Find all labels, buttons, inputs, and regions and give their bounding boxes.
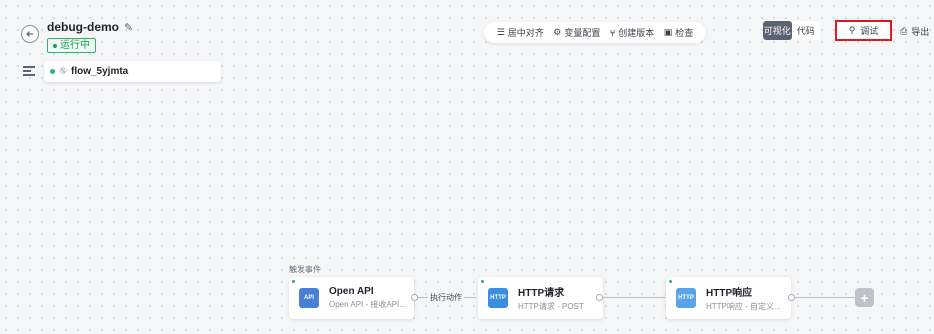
create-version-button[interactable]: ⑂ 创建版本 (610, 26, 654, 39)
align-center-icon: ☰ (496, 27, 505, 37)
variables-button[interactable]: ⚙ 变量配置 (553, 26, 600, 39)
tab-code[interactable]: 代码 (792, 21, 821, 40)
node-status-dot-icon (481, 280, 484, 283)
status-text: 运行中 (60, 40, 90, 51)
flow-selector[interactable]: ⛗ flow_5yjmta (44, 61, 221, 82)
edge-connector (795, 297, 855, 298)
edit-icon[interactable]: ✎ (124, 21, 133, 34)
node-open-api[interactable]: API Open API Open API - 接收API... (289, 277, 414, 319)
menu-icon[interactable] (23, 66, 35, 76)
app-title: debug-demo ✎ (47, 20, 133, 34)
create-version-label: 创建版本 (618, 28, 655, 38)
node-status-dot-icon (292, 280, 295, 283)
bug-icon: ⚲ (848, 25, 856, 35)
check-label: 检查 (675, 28, 694, 38)
plus-icon: + (860, 289, 869, 306)
check-button[interactable]: ▣ 检查 (664, 26, 694, 39)
http-icon: HTTP (676, 288, 696, 308)
node-http-response[interactable]: HTTP HTTP响应 HTTP响应 - 自定义... (666, 277, 791, 319)
debug-button[interactable]: ⚲ 调试 (835, 20, 892, 41)
trigger-label: 触发事件 (289, 265, 321, 274)
node-subtitle: Open API - 接收API... (329, 300, 406, 309)
variables-label: 变量配置 (564, 28, 601, 38)
http-icon: HTTP (488, 288, 508, 308)
flow-name: flow_5yjmta (71, 66, 129, 77)
node-status-dot-icon (669, 280, 672, 283)
status-dot-icon (53, 43, 57, 48)
node-subtitle: HTTP响应 - 自定义... (706, 302, 781, 311)
status-badge: 运行中 (47, 38, 96, 53)
node-title: HTTP请求 (518, 288, 565, 299)
view-toggle: 可视化 代码 (763, 21, 820, 40)
node-title: HTTP响应 (706, 288, 753, 299)
check-icon: ▣ (663, 27, 673, 37)
arrow-left-icon (26, 31, 33, 37)
flow-icon: ⛗ (59, 66, 67, 77)
gear-icon: ⚙ (553, 27, 562, 37)
export-label: 导出 (911, 26, 930, 37)
output-port[interactable] (596, 294, 603, 301)
edge-connector (603, 297, 665, 298)
api-icon: API (299, 288, 319, 308)
branch-icon: ⑂ (609, 27, 616, 38)
debug-label: 调试 (860, 26, 879, 36)
canvas-toolbar: ☰ 居中对齐 ⚙ 变量配置 ⑂ 创建版本 ▣ 检查 (484, 22, 706, 43)
app-title-text: debug-demo (47, 20, 119, 34)
export-icon: ⎙ (900, 25, 908, 36)
export-button[interactable]: ⎙ 导出 (900, 22, 929, 40)
edge-label: 执行动作 (428, 292, 464, 303)
flow-status-dot-icon (50, 69, 55, 74)
tab-visual[interactable]: 可视化 (763, 21, 792, 40)
back-button[interactable] (21, 25, 39, 43)
output-port[interactable] (788, 294, 795, 301)
output-port[interactable] (411, 294, 418, 301)
node-subtitle: HTTP请求 - POST (518, 302, 584, 311)
center-align-label: 居中对齐 (507, 28, 544, 38)
center-align-button[interactable]: ☰ 居中对齐 (497, 26, 544, 39)
node-http-request[interactable]: HTTP HTTP请求 HTTP请求 - POST (478, 277, 603, 319)
node-title: Open API (329, 286, 374, 297)
add-node-button[interactable]: + (855, 288, 874, 307)
